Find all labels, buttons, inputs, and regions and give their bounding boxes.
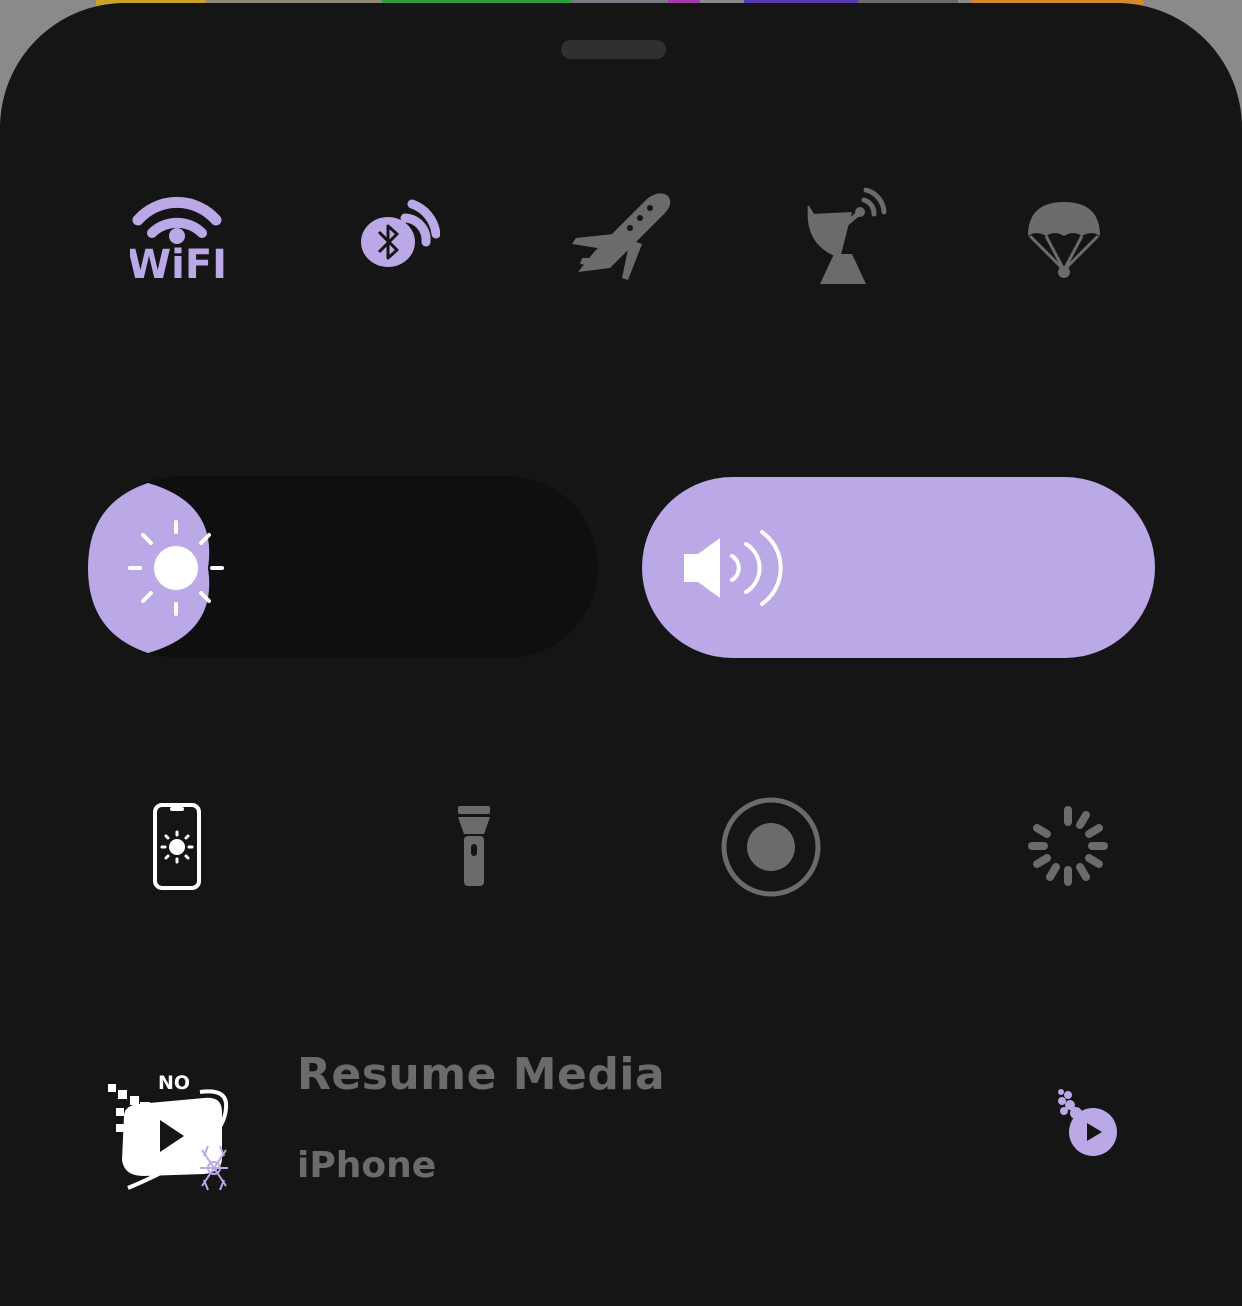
media-badge: NO (158, 1072, 190, 1094)
media-device: iPhone (297, 1145, 437, 1186)
parachute-icon[interactable] (1024, 198, 1104, 280)
wifi-label: WiFI (130, 242, 224, 282)
media-title: Resume Media (297, 1049, 666, 1100)
record-icon[interactable] (720, 796, 822, 898)
speaker-icon (684, 530, 783, 606)
flashlight-icon[interactable] (456, 804, 492, 888)
phone-brightness-icon[interactable] (150, 802, 204, 892)
wifi-icon[interactable]: WiFI (130, 190, 224, 282)
airplane-icon[interactable] (570, 188, 674, 280)
sun-icon (128, 520, 224, 616)
drag-handle[interactable] (561, 40, 666, 59)
bluetooth-icon[interactable] (360, 196, 440, 274)
no-video-logo-icon[interactable]: NO (104, 1068, 240, 1196)
satellite-dish-icon[interactable] (800, 186, 888, 284)
spinner-icon[interactable] (1026, 804, 1110, 888)
play-bubble-icon[interactable] (1056, 1088, 1120, 1158)
